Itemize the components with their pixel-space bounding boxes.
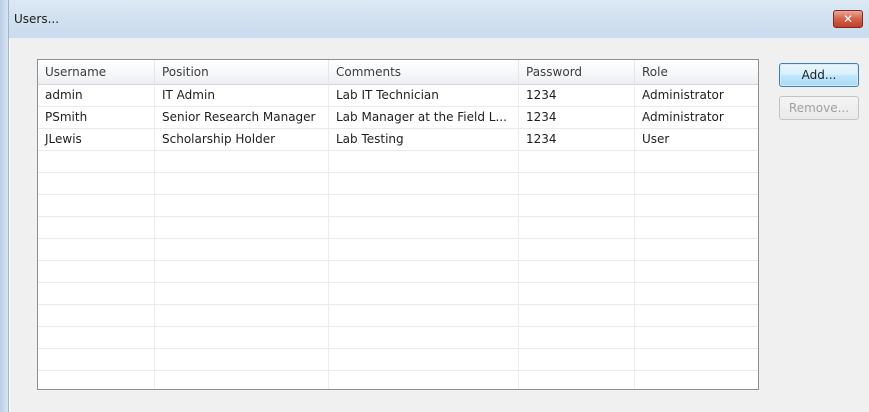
column-header-comments[interactable]: Comments bbox=[329, 60, 519, 85]
table-cell-comments: Lab Manager at the Field L... bbox=[336, 110, 507, 124]
table-cell-username: PSmith bbox=[45, 110, 88, 124]
empty-row bbox=[38, 283, 758, 305]
table-cell-username: JLewis bbox=[45, 132, 82, 146]
column-header-password[interactable]: Password bbox=[519, 60, 635, 85]
empty-row bbox=[38, 327, 758, 349]
users-dialog: Users... ✕ Username Position Comments Pa… bbox=[0, 0, 869, 412]
empty-row bbox=[38, 349, 758, 371]
users-list[interactable]: Username Position Comments Password Role… bbox=[37, 59, 759, 390]
empty-row bbox=[38, 195, 758, 217]
table-cell-position: Scholarship Holder bbox=[162, 132, 276, 146]
table-cell-password: 1234 bbox=[526, 88, 557, 102]
table-cell-role: Administrator bbox=[642, 110, 724, 124]
table-cell-position: IT Admin bbox=[162, 88, 215, 102]
column-header-username[interactable]: Username bbox=[38, 60, 155, 85]
empty-row bbox=[38, 239, 758, 261]
close-button[interactable]: ✕ bbox=[833, 10, 863, 28]
table-cell-comments: Lab IT Technician bbox=[336, 88, 439, 102]
table-cell-position: Senior Research Manager bbox=[162, 110, 316, 124]
column-header-role[interactable]: Role bbox=[635, 60, 758, 85]
table-cell-password: 1234 bbox=[526, 132, 557, 146]
table-row[interactable]: admin IT Admin Lab IT Technician 1234 Admini… bbox=[38, 85, 758, 107]
table-row[interactable]: JLewis Scholarship Holder Lab Testing 1234 U… bbox=[38, 129, 758, 151]
empty-row bbox=[38, 261, 758, 283]
close-icon: ✕ bbox=[842, 12, 854, 26]
table-cell-comments: Lab Testing bbox=[336, 132, 404, 146]
add-button[interactable]: Add... bbox=[779, 63, 859, 87]
empty-row bbox=[38, 371, 758, 389]
list-header: Username Position Comments Password Role bbox=[38, 60, 758, 85]
empty-row bbox=[38, 305, 758, 327]
table-cell-password: 1234 bbox=[526, 110, 557, 124]
empty-row bbox=[38, 217, 758, 239]
column-header-position[interactable]: Position bbox=[155, 60, 329, 85]
table-cell-role: Administrator bbox=[642, 88, 724, 102]
table-row[interactable]: PSmith Senior Research Manager Lab Manager… bbox=[38, 107, 758, 129]
table-cell-username: admin bbox=[45, 88, 83, 102]
window-title: Users... bbox=[14, 12, 60, 26]
title-bar[interactable]: Users... ✕ bbox=[0, 0, 869, 38]
empty-row bbox=[38, 173, 758, 195]
dialog-body: Username Position Comments Password Role… bbox=[10, 38, 869, 412]
window-frame-left bbox=[0, 0, 9, 412]
remove-button[interactable]: Remove... bbox=[779, 96, 859, 120]
empty-row bbox=[38, 151, 758, 173]
table-cell-role: User bbox=[642, 132, 670, 146]
